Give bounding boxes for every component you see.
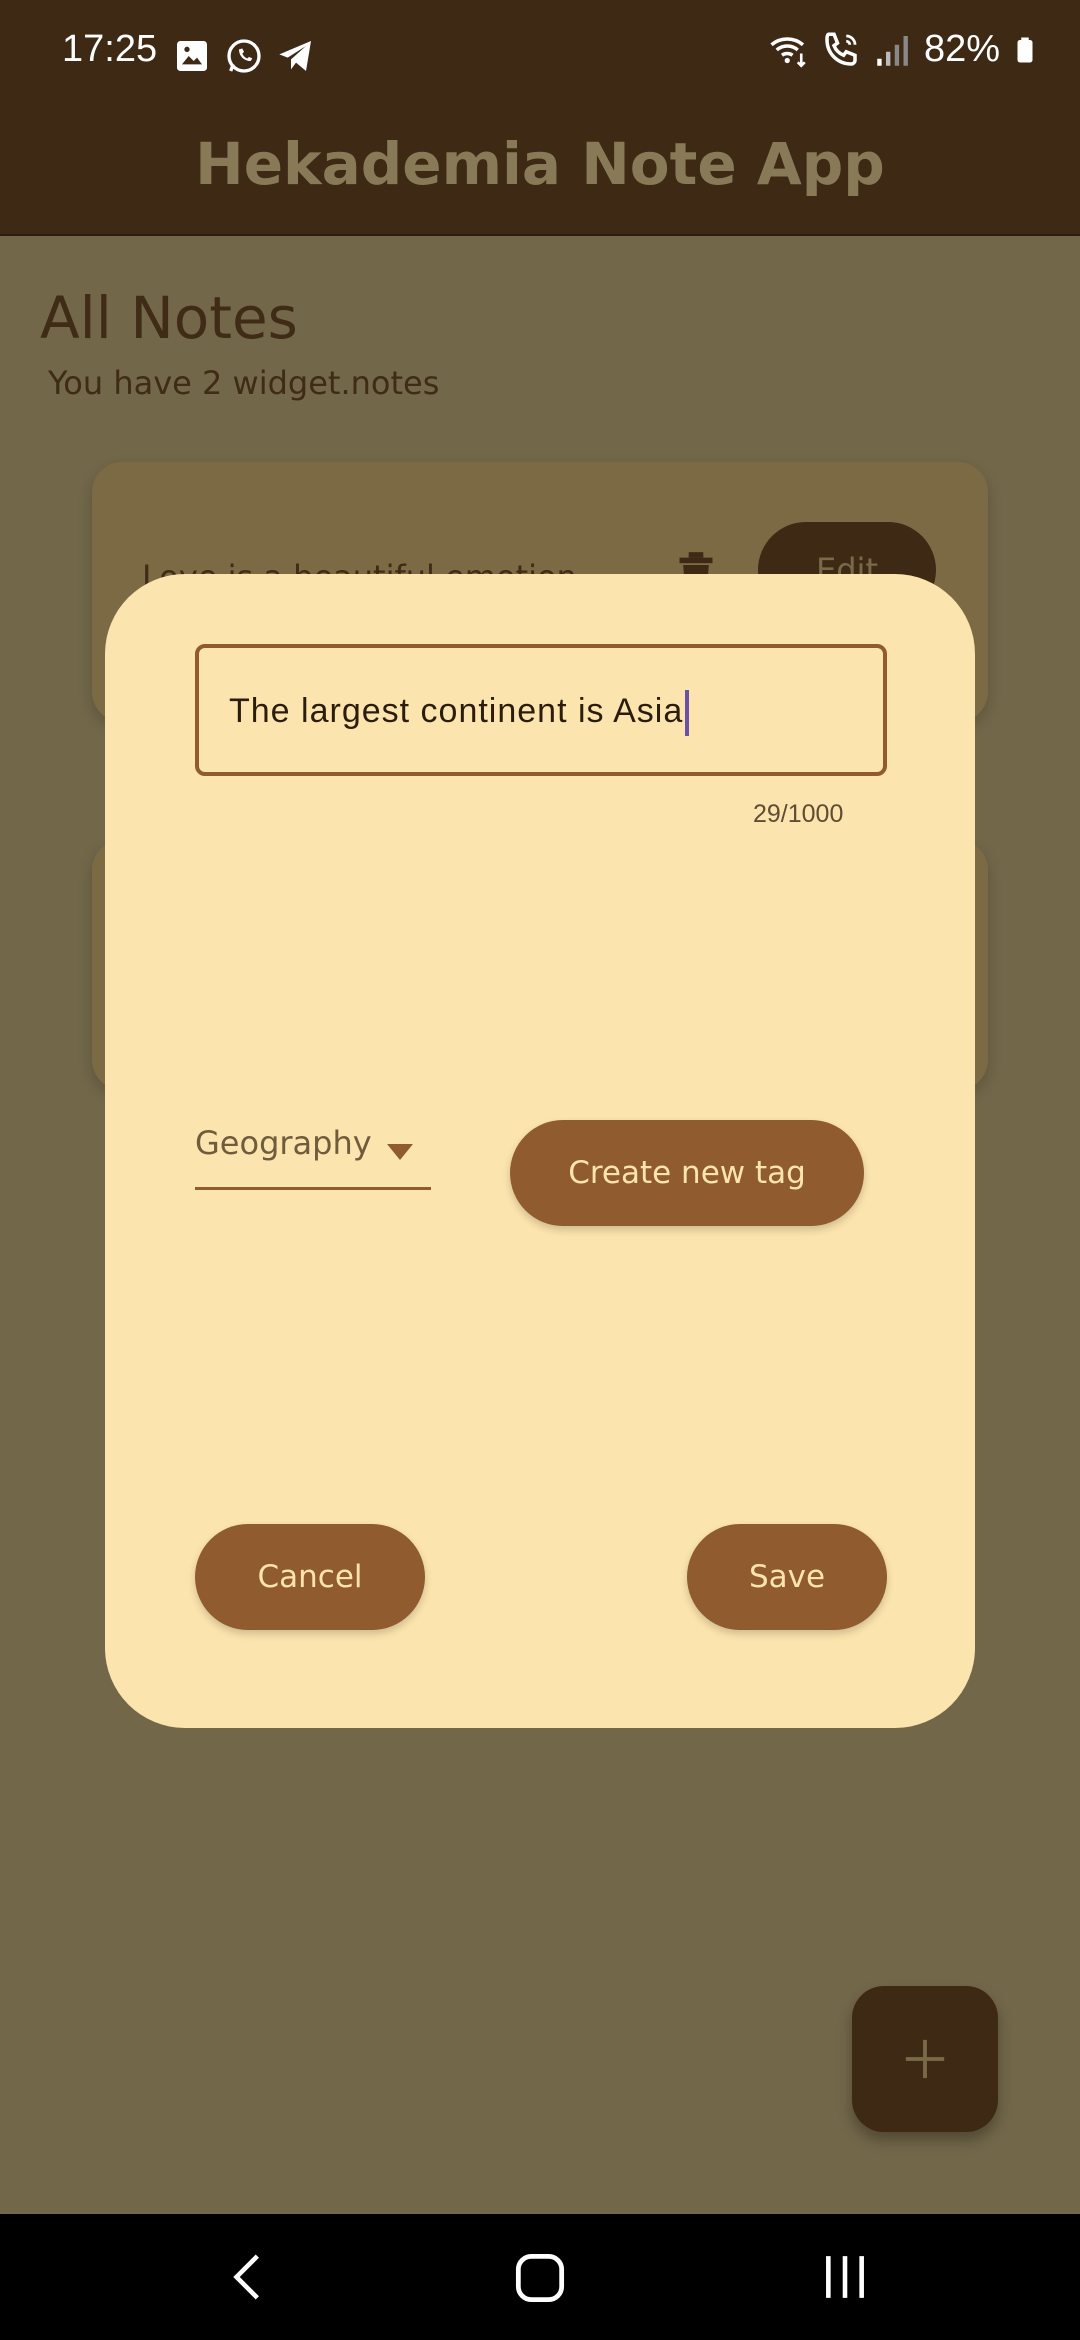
text-caret (685, 690, 690, 736)
save-button[interactable]: Save (687, 1524, 887, 1630)
character-counter: 29/1000 (753, 800, 844, 828)
note-input-value[interactable]: The largest continent is Asia (229, 690, 690, 736)
wifi-calling-icon (770, 36, 806, 68)
page-title: All Notes (40, 284, 298, 352)
cancel-button[interactable]: Cancel (195, 1524, 425, 1630)
whatsapp-icon (227, 39, 261, 73)
add-note-dialog: The largest continent is Asia 29/1000 Ge… (105, 574, 975, 1728)
recent-apps-icon[interactable] (820, 2252, 870, 2302)
note-text-field[interactable]: The largest continent is Asia (195, 644, 887, 776)
note-input-text: The largest continent is Asia (229, 691, 684, 730)
battery-percent: 82% (923, 28, 1000, 70)
plus-icon (905, 2039, 945, 2079)
tag-dropdown-value: Geography (195, 1124, 372, 1162)
call-icon (825, 32, 857, 66)
navigation-bar (0, 2214, 1080, 2340)
telegram-icon (279, 41, 311, 71)
home-icon[interactable] (514, 2252, 566, 2304)
app-bar: Hekademia Note App (0, 110, 1080, 236)
app-title: Hekademia Note App (195, 130, 885, 198)
system-icons: 82% (768, 28, 1040, 71)
battery-icon (1017, 37, 1033, 62)
status-time: 17:25 (62, 28, 158, 70)
signal-icon (877, 35, 908, 66)
status-bar: 17:25 82% (0, 0, 1080, 110)
tag-dropdown[interactable]: Geography (195, 1110, 431, 1190)
dropdown-arrow-icon (387, 1144, 413, 1160)
gallery-icon (177, 41, 207, 71)
create-tag-button[interactable]: Create new tag (510, 1120, 864, 1226)
notes-count-text: You have 2 widget.notes (48, 364, 440, 402)
notification-icons (172, 36, 316, 76)
add-note-button[interactable] (852, 1986, 998, 2132)
back-icon[interactable] (224, 2252, 274, 2302)
